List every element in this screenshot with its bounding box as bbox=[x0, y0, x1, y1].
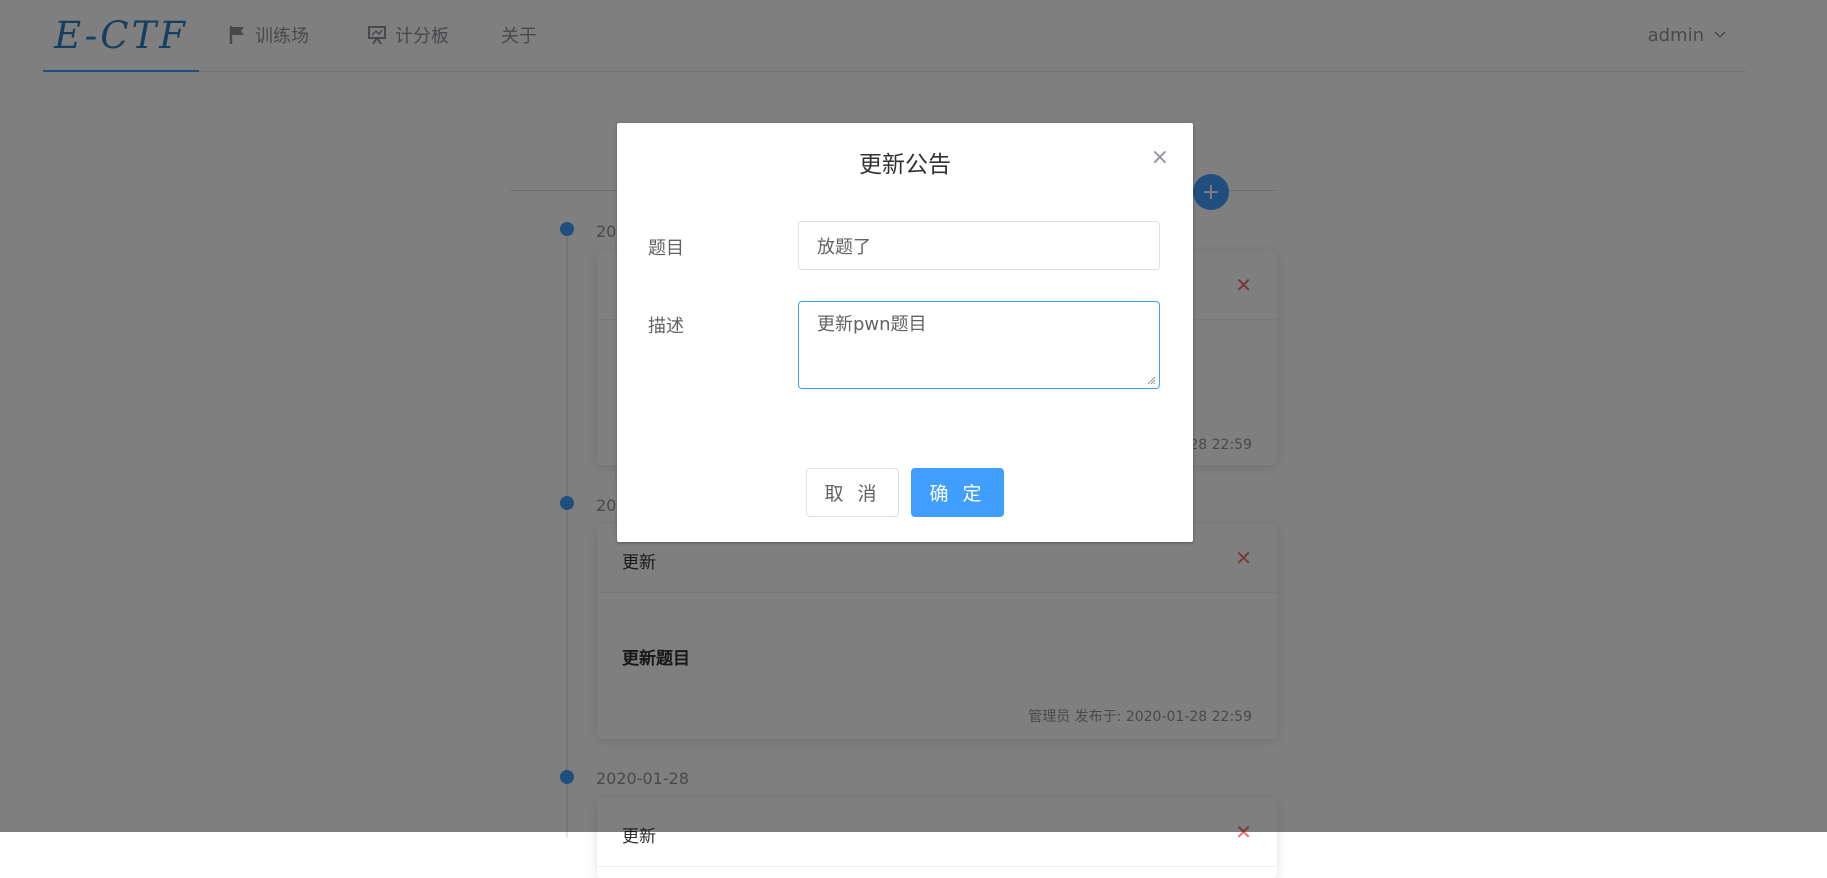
title-input[interactable]: 放题了 bbox=[798, 221, 1160, 270]
update-announcement-dialog: 更新公告 × 题目 放题了 描述 更新pwn题目 取 消 确 定 bbox=[617, 123, 1193, 542]
description-label: 描述 bbox=[648, 316, 684, 337]
close-icon[interactable]: × bbox=[1151, 147, 1169, 169]
dialog-title: 更新公告 bbox=[859, 152, 951, 178]
confirm-button[interactable]: 确 定 bbox=[911, 468, 1004, 517]
description-textarea[interactable]: 更新pwn题目 bbox=[798, 301, 1160, 389]
description-textarea-value: 更新pwn题目 bbox=[817, 314, 927, 335]
title-input-value: 放题了 bbox=[817, 236, 871, 258]
cancel-button[interactable]: 取 消 bbox=[806, 468, 899, 517]
title-label: 题目 bbox=[648, 238, 684, 259]
resize-handle-icon[interactable] bbox=[1146, 375, 1156, 385]
